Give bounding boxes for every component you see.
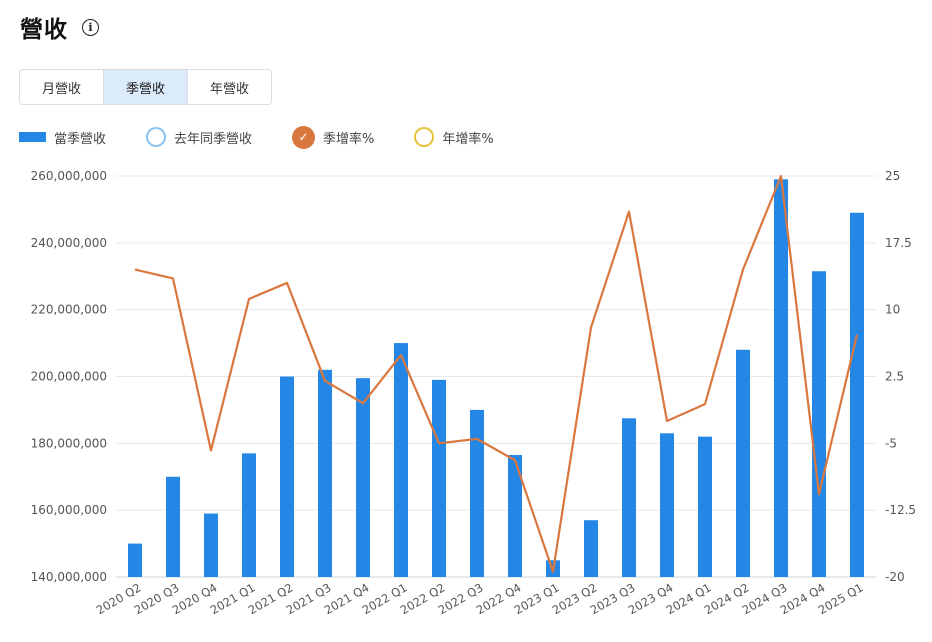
bar bbox=[584, 520, 598, 577]
y-left-tick-label: 240,000,000 bbox=[31, 236, 107, 250]
y-right-tick-label: -20 bbox=[885, 570, 905, 584]
bar bbox=[660, 433, 674, 577]
bar bbox=[736, 349, 750, 577]
y-left-tick-label: 200,000,000 bbox=[31, 370, 107, 384]
bar bbox=[318, 369, 332, 577]
bar bbox=[166, 476, 180, 577]
bar bbox=[774, 179, 788, 577]
y-left-tick-label: 220,000,000 bbox=[31, 303, 107, 317]
y-left-tick-label: 260,000,000 bbox=[31, 169, 107, 183]
bar bbox=[128, 543, 142, 577]
bar bbox=[698, 436, 712, 577]
bar bbox=[850, 212, 864, 577]
bar bbox=[432, 379, 446, 577]
y-right-tick-label: 25 bbox=[885, 169, 900, 183]
bar bbox=[812, 271, 826, 577]
y-right-tick-label: 10 bbox=[885, 303, 900, 317]
y-right-tick-label: 17.5 bbox=[885, 236, 912, 250]
bar bbox=[242, 453, 256, 577]
bar bbox=[622, 418, 636, 577]
y-right-tick-label: -5 bbox=[885, 436, 897, 450]
y-right-tick-label: 2.5 bbox=[885, 370, 904, 384]
y-left-tick-label: 160,000,000 bbox=[31, 503, 107, 517]
bar bbox=[394, 343, 408, 577]
bar bbox=[280, 376, 294, 577]
y-right-tick-label: -12.5 bbox=[885, 503, 916, 517]
bar bbox=[356, 378, 370, 577]
revenue-chart: 140,000,000 160,000,000 180,000,000 200,000… bbox=[31, 169, 916, 617]
y-left-tick-label: 180,000,000 bbox=[31, 436, 107, 450]
y-left-tick-label: 140,000,000 bbox=[31, 570, 107, 584]
bar bbox=[204, 513, 218, 577]
bar bbox=[470, 409, 484, 577]
